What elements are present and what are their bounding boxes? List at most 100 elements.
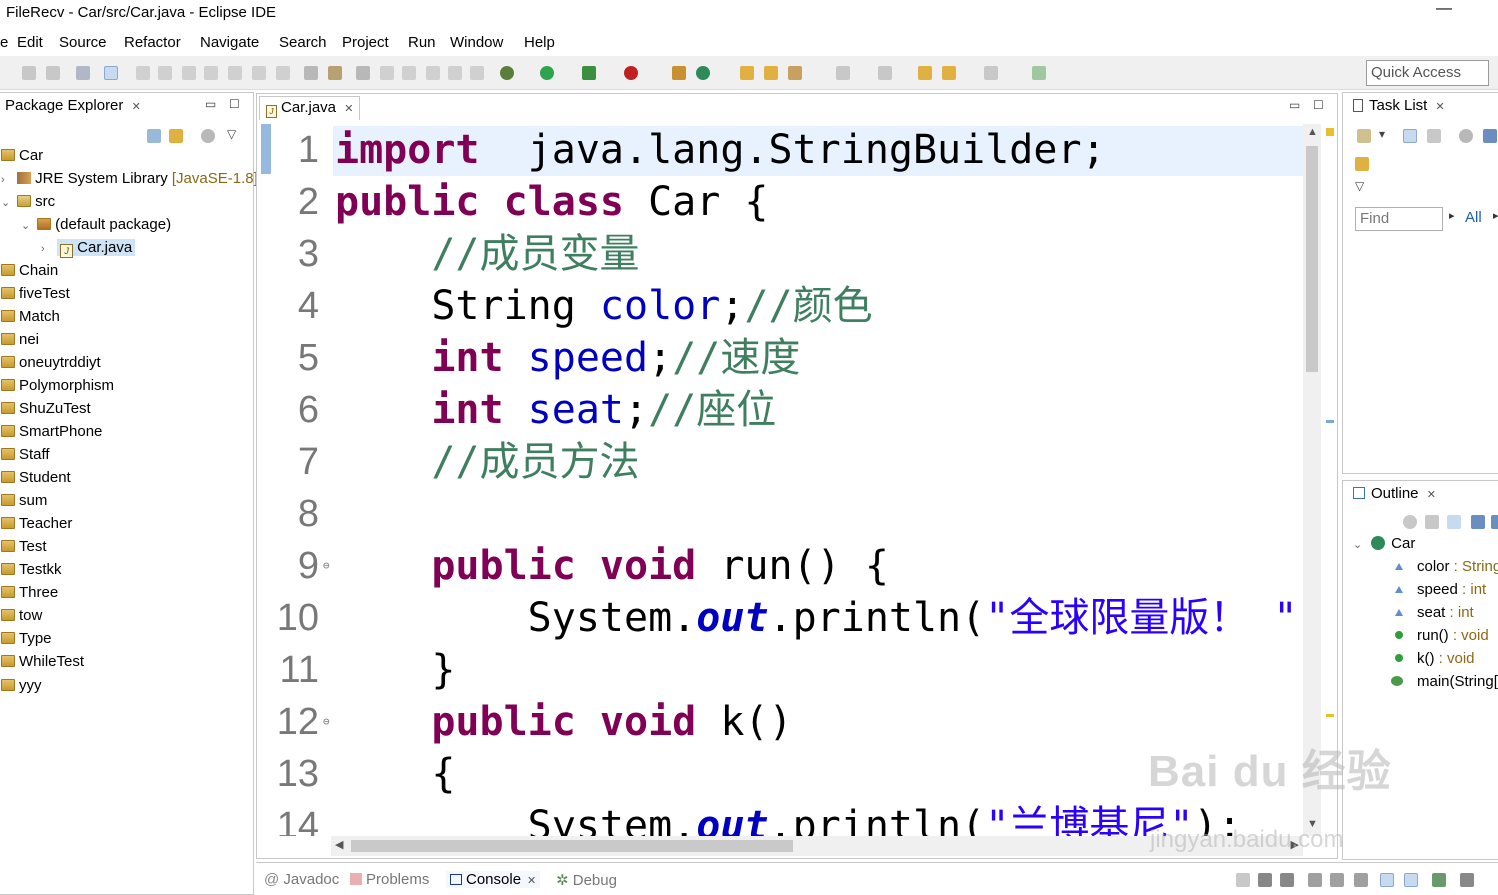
resume-icon[interactable] bbox=[136, 66, 150, 80]
open-type-icon[interactable] bbox=[740, 66, 754, 80]
minimize-button[interactable]: — bbox=[1436, 0, 1452, 18]
horizontal-scroll-thumb[interactable] bbox=[351, 840, 793, 852]
drop-frame-icon[interactable] bbox=[304, 66, 318, 80]
outline-method-main[interactable]: main(String[]) : void bbox=[1391, 673, 1498, 690]
new-class-icon[interactable] bbox=[696, 66, 710, 80]
code-line[interactable]: 6 int seat;//座位 bbox=[267, 384, 1303, 436]
coverage-icon[interactable] bbox=[582, 66, 596, 80]
warning-marker[interactable] bbox=[1326, 128, 1334, 136]
minimize-view-icon[interactable]: ▭ bbox=[1289, 98, 1300, 112]
scroll-up-icon[interactable]: ▲ bbox=[1307, 126, 1318, 138]
menu-run[interactable]: Run bbox=[408, 34, 436, 51]
warning-marker[interactable] bbox=[1326, 714, 1334, 717]
fold-toggle-icon[interactable]: ⊖ bbox=[323, 696, 330, 748]
menu-search[interactable]: Search bbox=[279, 34, 327, 51]
open-perspective-icon[interactable] bbox=[1032, 66, 1046, 80]
save-all-icon[interactable] bbox=[46, 66, 60, 80]
chevron-down-icon[interactable]: ⌄ bbox=[21, 219, 33, 232]
close-icon[interactable]: ✕ bbox=[1427, 489, 1436, 501]
print-icon[interactable] bbox=[76, 66, 90, 80]
code-line[interactable]: 1 import java.lang.StringBuilder; bbox=[267, 124, 1303, 176]
all-tasks-link[interactable]: All bbox=[1465, 209, 1482, 226]
tree-project[interactable]: Testkk bbox=[1, 561, 62, 584]
tree-project[interactable]: Three bbox=[1, 584, 58, 607]
tab-car-java[interactable]: J Car.java ✕ bbox=[259, 96, 361, 120]
outline-field[interactable]: speed : int bbox=[1395, 581, 1486, 598]
menu-refactor[interactable]: Refactor bbox=[124, 34, 181, 51]
word-wrap-icon[interactable] bbox=[1354, 873, 1368, 887]
tree-file-car-java[interactable]: › J Car.java bbox=[41, 239, 136, 262]
sort-icon[interactable] bbox=[1447, 515, 1461, 529]
display-console-icon[interactable] bbox=[1460, 873, 1474, 887]
disconnect-icon[interactable] bbox=[204, 66, 218, 80]
run-icon[interactable] bbox=[540, 66, 554, 80]
chevron-right-icon[interactable]: ▸ bbox=[1493, 209, 1498, 222]
view-menu-icon[interactable]: ▽ bbox=[227, 127, 236, 141]
previous-annotation-icon[interactable] bbox=[878, 66, 892, 80]
tree-project[interactable]: Teacher bbox=[1, 515, 72, 538]
overview-ruler[interactable] bbox=[1323, 124, 1337, 836]
menu-edit[interactable]: Edit bbox=[17, 34, 43, 51]
tree-project[interactable]: Staff bbox=[1, 446, 50, 469]
tree-src-folder[interactable]: ⌄ src bbox=[1, 193, 55, 216]
scroll-lock-icon[interactable] bbox=[1330, 873, 1344, 887]
close-icon[interactable]: ✕ bbox=[344, 103, 353, 115]
pin-icon[interactable] bbox=[402, 66, 416, 80]
tree-project[interactable]: Chain bbox=[1, 262, 58, 285]
new-java-project-icon[interactable] bbox=[672, 66, 686, 80]
code-line[interactable]: 8 bbox=[267, 488, 1303, 540]
menu-project[interactable]: Project bbox=[342, 34, 389, 51]
scheduled-icon[interactable] bbox=[1427, 129, 1441, 143]
tree-project[interactable]: yyy bbox=[1, 677, 42, 700]
step-into-icon[interactable] bbox=[228, 66, 242, 80]
code-line[interactable]: 7 //成员方法 bbox=[267, 436, 1303, 488]
code-line[interactable]: 14 System.out.println("兰博基尼"); bbox=[267, 800, 1303, 836]
chevron-right-icon[interactable]: › bbox=[41, 243, 53, 255]
close-icon[interactable]: ✕ bbox=[1436, 101, 1445, 113]
open-task-icon[interactable] bbox=[764, 66, 778, 80]
tree-project[interactable]: Match bbox=[1, 308, 60, 331]
code-line[interactable]: 5 int speed;//速度 bbox=[267, 332, 1303, 384]
close-icon[interactable]: ✕ bbox=[132, 101, 141, 113]
tab-problems[interactable]: Problems bbox=[350, 871, 429, 888]
tree-project[interactable]: sum bbox=[1, 492, 47, 515]
pen-icon[interactable] bbox=[380, 66, 394, 80]
tab-outline[interactable]: Outline ✕ bbox=[1347, 483, 1442, 507]
tree-project[interactable]: SmartPhone bbox=[1, 423, 102, 446]
show-on-error-icon[interactable] bbox=[1404, 873, 1418, 887]
tree-project[interactable]: oneuytrddiyt bbox=[1, 354, 101, 377]
hide-fields-icon[interactable] bbox=[1471, 515, 1485, 529]
menu-help[interactable]: Help bbox=[524, 34, 555, 51]
outline-class-car[interactable]: ⌄ Car bbox=[1353, 535, 1415, 552]
tree-project[interactable]: fiveTest bbox=[1, 285, 70, 308]
tab-package-explorer[interactable]: Package Explorer ✕ bbox=[0, 95, 147, 119]
tree-project-car[interactable]: Car bbox=[1, 147, 43, 170]
remove-launch-icon[interactable] bbox=[1258, 873, 1272, 887]
chevron-right-icon[interactable]: ▸ bbox=[1449, 209, 1455, 222]
remove-all-icon[interactable] bbox=[1280, 873, 1294, 887]
collapse-all-icon[interactable] bbox=[1425, 515, 1439, 529]
debug-icon[interactable] bbox=[500, 66, 514, 80]
maximize-view-icon[interactable]: ☐ bbox=[229, 97, 240, 111]
tree-project[interactable]: Test bbox=[1, 538, 47, 561]
tree-jre-library[interactable]: › JRE System Library [JavaSE-1.8] bbox=[1, 170, 258, 193]
chevron-down-icon[interactable]: ▾ bbox=[1379, 127, 1385, 141]
chevron-right-icon[interactable]: › bbox=[1, 174, 13, 186]
collapse-all-icon[interactable] bbox=[147, 129, 161, 143]
forward-icon[interactable] bbox=[984, 66, 998, 80]
fold-toggle-icon[interactable]: ⊖ bbox=[323, 540, 330, 592]
code-line[interactable]: 11 } bbox=[267, 644, 1303, 696]
terminate-icon[interactable] bbox=[182, 66, 196, 80]
code-line[interactable]: 9 ⊖ public void run() { bbox=[267, 540, 1303, 592]
vertical-scrollbar[interactable]: ▲ ▼ bbox=[1303, 124, 1321, 836]
tree-project[interactable]: nei bbox=[1, 331, 39, 354]
use-step-filters-icon[interactable] bbox=[328, 66, 342, 80]
chevron-down-icon[interactable]: ⌄ bbox=[1, 196, 13, 209]
maximize-view-icon[interactable]: ☐ bbox=[1313, 98, 1324, 112]
outline-method[interactable]: k() : void bbox=[1395, 650, 1475, 667]
quick-access-input[interactable]: Quick Access bbox=[1366, 60, 1489, 86]
suspend-icon[interactable] bbox=[158, 66, 172, 80]
close-icon[interactable]: ✕ bbox=[527, 875, 536, 887]
outline-field[interactable]: seat : int bbox=[1395, 604, 1474, 621]
back-icon[interactable] bbox=[942, 66, 956, 80]
